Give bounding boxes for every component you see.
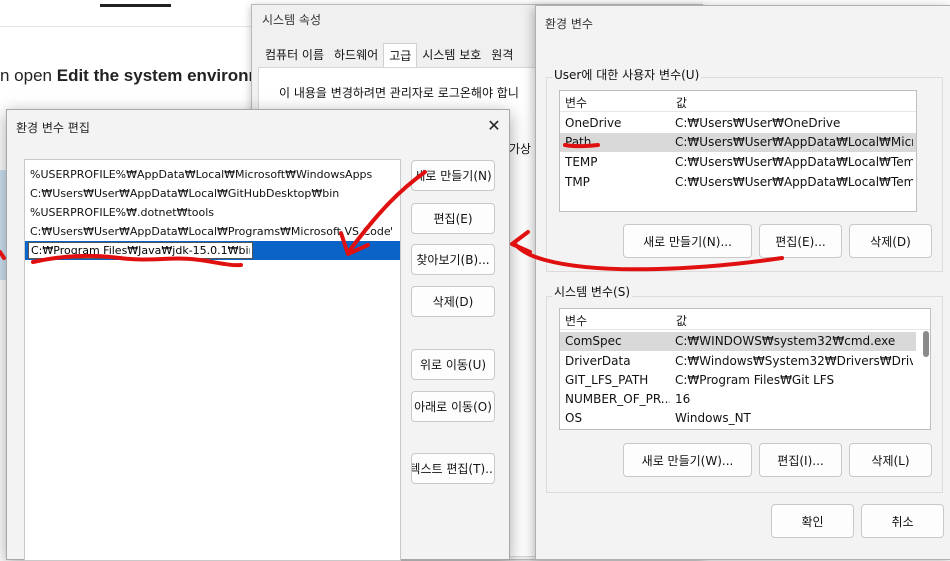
var-value: C:₩Users₩User₩AppData₩Local₩Temp xyxy=(675,175,913,189)
list-row[interactable]: NUMBER_OF_PR... 16 xyxy=(560,390,916,409)
var-name: OS xyxy=(565,411,583,425)
edit-path-button[interactable]: 편집(E) xyxy=(411,203,495,234)
list-row[interactable]: OneDrive C:₩Users₩User₩OneDrive xyxy=(560,114,916,133)
edit-env-var-dialog: 환경 변수 편집 ✕ %USERPROFILE%₩AppData₩Local₩M… xyxy=(6,109,510,561)
user-vars-label: User에 대한 사용자 변수(U) xyxy=(552,66,702,83)
var-value: C:₩WINDOWS₩system32₩cmd.exe xyxy=(675,334,896,348)
system-vars-label: 시스템 변수(S) xyxy=(552,283,632,300)
tab-computer-name[interactable]: 컴퓨터 이름 xyxy=(260,43,329,66)
path-text: %USERPROFILE%₩.dotnet₩tools xyxy=(30,206,215,219)
scrollbar-thumb[interactable] xyxy=(923,331,929,357)
admin-message: 이 내용을 변경하려면 관리자로 로그온해야 합니 xyxy=(279,86,519,100)
var-value: 16 xyxy=(675,392,691,406)
environment-variables-window: 환경 변수 User에 대한 사용자 변수(U) 변수 값 OneDrive C… xyxy=(535,5,950,560)
var-value: C:₩Program Files₩Git LFS xyxy=(675,373,835,387)
virtual-memory-label: 가상 xyxy=(509,142,532,156)
tab-remote[interactable]: 원격 xyxy=(486,43,518,66)
column-name[interactable]: 변수 xyxy=(565,312,587,329)
list-row[interactable]: TMP C:₩Users₩User₩AppData₩Local₩Temp xyxy=(560,173,916,192)
tab-system-protection[interactable]: 시스템 보호 xyxy=(417,43,486,66)
ok-button[interactable]: 확인 xyxy=(771,504,854,538)
path-list[interactable]: %USERPROFILE%₩AppData₩Local₩Microsoft₩Wi… xyxy=(24,159,401,561)
user-vars-list[interactable]: 변수 값 OneDrive C:₩Users₩User₩OneDrive Pat… xyxy=(559,90,917,212)
system-vars-list[interactable]: 변수 값 ComSpec C:₩WINDOWS₩system32₩cmd.exe… xyxy=(559,308,931,430)
list-item[interactable]: C:₩Users₩User₩AppData₩Local₩GitHubDeskto… xyxy=(25,184,400,203)
var-name: TMP xyxy=(565,175,590,189)
list-header: 변수 값 xyxy=(560,91,916,112)
edit-text-button[interactable]: 텍스트 편집(T)... xyxy=(411,453,495,484)
list-item[interactable]: C:₩Users₩User₩AppData₩Local₩Programs₩Mic… xyxy=(25,222,400,241)
var-name: ComSpec xyxy=(565,334,622,348)
path-edit-input[interactable] xyxy=(28,242,253,259)
user-edit-button[interactable]: 편집(E)... xyxy=(759,224,842,258)
var-name: DriverData xyxy=(565,354,631,368)
dialog-title: 환경 변수 편집 xyxy=(16,121,90,135)
list-item-editing[interactable] xyxy=(25,241,400,260)
path-text: C:₩Users₩User₩AppData₩Local₩GitHubDeskto… xyxy=(30,187,340,200)
list-row[interactable]: TEMP C:₩Users₩User₩AppData₩Local₩Temp xyxy=(560,153,916,172)
cancel-button[interactable]: 취소 xyxy=(861,504,944,538)
column-value[interactable]: 값 xyxy=(676,94,687,111)
tab-bar: 컴퓨터 이름 하드웨어 고급 시스템 보호 원격 xyxy=(260,43,518,67)
var-name: OneDrive xyxy=(565,116,622,130)
var-value: Windows_NT xyxy=(675,411,751,425)
var-name: NUMBER_OF_PR... xyxy=(565,392,670,406)
system-new-button[interactable]: 새로 만들기(W)... xyxy=(623,443,752,477)
user-delete-button[interactable]: 삭제(D) xyxy=(849,224,932,258)
list-row-selected[interactable]: ComSpec C:₩WINDOWS₩system32₩cmd.exe xyxy=(560,332,916,351)
list-row-selected[interactable]: Path C:₩Users₩User₩AppData₩Local₩Micros.… xyxy=(560,133,916,152)
system-edit-button[interactable]: 편집(I)... xyxy=(759,443,842,477)
path-text: %USERPROFILE%₩AppData₩Local₩Microsoft₩Wi… xyxy=(30,168,373,181)
path-text: C:₩Users₩User₩AppData₩Local₩Programs₩Mic… xyxy=(30,225,392,238)
divider xyxy=(0,26,260,27)
tab-advanced[interactable]: 고급 xyxy=(383,43,418,67)
new-path-button[interactable]: 새로 만들기(N) xyxy=(411,160,495,191)
tab-hardware[interactable]: 하드웨어 xyxy=(329,43,383,66)
system-delete-button[interactable]: 삭제(L) xyxy=(849,443,932,477)
list-row[interactable]: OS Windows_NT xyxy=(560,409,916,428)
delete-path-button[interactable]: 삭제(D) xyxy=(411,286,495,317)
var-value: C:₩Windows₩System32₩Drivers₩Driver... xyxy=(675,354,913,368)
tab-underline xyxy=(100,4,171,7)
var-name: GIT_LFS_PATH xyxy=(565,373,649,387)
window-title: 환경 변수 xyxy=(545,17,593,31)
var-value: C:₩Users₩User₩OneDrive xyxy=(675,116,841,130)
var-value: C:₩Users₩User₩AppData₩Local₩Temp xyxy=(675,155,913,169)
instruction-text: n open Edit the system environm xyxy=(0,66,260,85)
list-row[interactable]: DriverData C:₩Windows₩System32₩Drivers₩D… xyxy=(560,352,916,371)
column-value[interactable]: 값 xyxy=(676,312,687,329)
list-item[interactable]: %USERPROFILE%₩.dotnet₩tools xyxy=(25,203,400,222)
var-name: Path xyxy=(565,135,592,149)
var-name: TEMP xyxy=(565,155,598,169)
browse-button[interactable]: 찾아보기(B)... xyxy=(411,244,495,275)
list-item[interactable]: %USERPROFILE%₩AppData₩Local₩Microsoft₩Wi… xyxy=(25,165,400,184)
user-new-button[interactable]: 새로 만들기(N)... xyxy=(623,224,752,258)
list-header: 변수 값 xyxy=(560,309,930,330)
list-row[interactable]: GIT_LFS_PATH C:₩Program Files₩Git LFS xyxy=(560,371,916,390)
move-up-button[interactable]: 위로 이동(U) xyxy=(411,349,495,380)
close-icon[interactable]: ✕ xyxy=(483,114,505,136)
var-value: C:₩Users₩User₩AppData₩Local₩Micros... xyxy=(675,135,913,149)
column-name[interactable]: 변수 xyxy=(565,94,587,111)
window-title: 시스템 속성 xyxy=(262,13,322,27)
move-down-button[interactable]: 아래로 이동(O) xyxy=(411,391,495,422)
